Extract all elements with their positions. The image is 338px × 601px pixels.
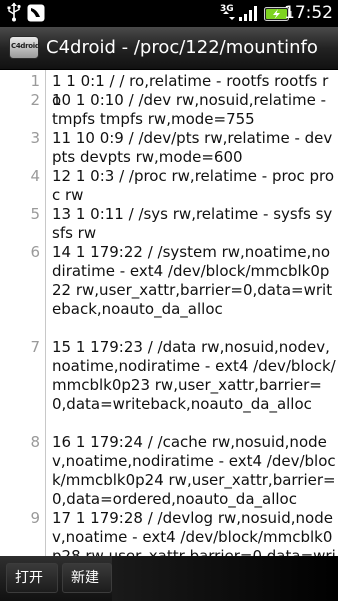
line-number: 6 (30, 243, 40, 261)
gutter-divider (45, 70, 46, 556)
line-number: 5 (30, 205, 40, 223)
new-button[interactable]: 新建 (62, 563, 112, 593)
line-number: 2 (30, 91, 40, 109)
title-bar: C4droid C4droid - /proc/122/mountinfo (0, 27, 338, 70)
signal-bars-icon (238, 4, 260, 26)
c4droid-app-icon: C4droid (9, 36, 40, 59)
toolbar-shadow (112, 556, 338, 601)
window-title: C4droid - /proc/122/mountinfo (46, 37, 318, 58)
notification-icon (27, 4, 45, 26)
app-icon-label: C4droid (11, 42, 40, 50)
line-number: 3 (30, 129, 40, 147)
bottom-toolbar: 打开 新建 (0, 556, 338, 601)
line-text[interactable]: 11 10 0:9 / /dev/pts rw,relatime - devpt… (52, 129, 336, 167)
line-number: 8 (30, 433, 40, 451)
line-text[interactable]: 17 1 179:28 / /devlog rw,nosuid,nodev,no… (52, 509, 336, 556)
line-text[interactable]: 16 1 179:24 / /cache rw,nosuid,nodev,noa… (52, 433, 336, 509)
line-number: 1 (30, 72, 40, 90)
line-number: 9 (30, 509, 40, 527)
phone-screen: 3G 17:52 C4droid C4droid - /proc/122/mou… (0, 0, 338, 601)
text-editor[interactable]: 1 1 1 0:1 / / ro,relatime - rootfs rootf… (0, 70, 338, 556)
line-text[interactable]: 14 1 179:22 / /system rw,noatime,nodirat… (52, 243, 336, 319)
line-text[interactable]: 10 1 0:10 / /dev rw,nosuid,relatime - tm… (52, 91, 336, 129)
line-number: 7 (30, 338, 40, 356)
open-button[interactable]: 打开 (6, 563, 58, 593)
line-text[interactable]: 15 1 179:23 / /data rw,nosuid,nodev,noat… (52, 338, 336, 414)
status-bar: 3G 17:52 (0, 0, 338, 27)
line-text[interactable]: 12 1 0:3 / /proc rw,relatime - proc proc… (52, 167, 336, 205)
status-clock: 17:52 (284, 3, 333, 23)
line-text[interactable]: 13 1 0:11 / /sys rw,relatime - sysfs sys… (52, 205, 336, 243)
usb-icon (6, 2, 22, 26)
line-number: 4 (30, 167, 40, 185)
signal-3g-icon: 3G (219, 2, 237, 28)
